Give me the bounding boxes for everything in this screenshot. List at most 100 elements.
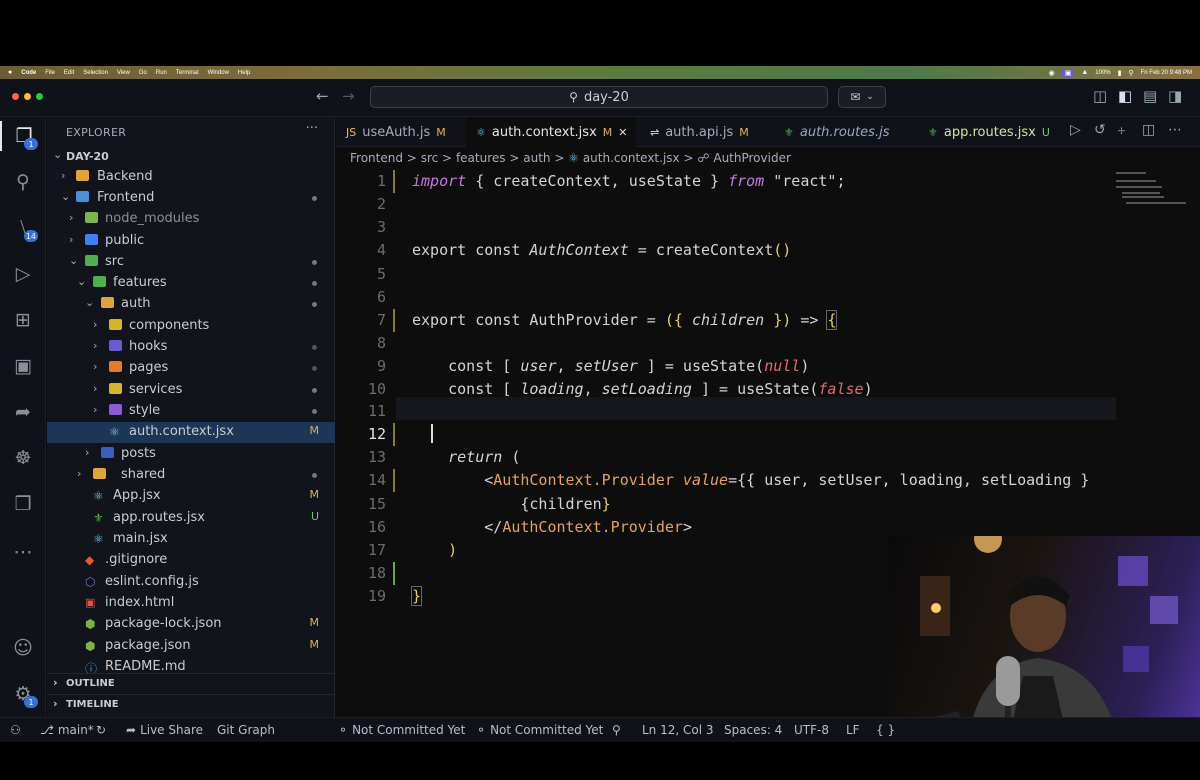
- menu-window[interactable]: Window: [208, 70, 229, 76]
- tree-item-index-html[interactable]: ▣ index.html: [47, 593, 335, 614]
- kubernetes-activity[interactable]: ☸: [0, 443, 46, 473]
- zoom-window-button[interactable]: [36, 93, 43, 100]
- remote-explorer-activity[interactable]: ▣: [0, 351, 46, 381]
- tab-auth-context[interactable]: ⚛ auth.context.jsx M ✕: [466, 117, 636, 147]
- more-actions-icon[interactable]: ···: [306, 121, 318, 136]
- tree-item-shared[interactable]: › shared: [47, 465, 335, 486]
- tree-item-components[interactable]: › components: [47, 316, 335, 337]
- tree-item-services[interactable]: › services: [47, 380, 335, 401]
- minimize-window-button[interactable]: [24, 93, 31, 100]
- compare-icon[interactable]: ⧾: [1118, 122, 1125, 138]
- toggle-secondary-sidebar-icon[interactable]: ◨: [1168, 87, 1182, 105]
- tree-item-app-routes[interactable]: ⚜ app.routes.jsx U: [47, 508, 335, 529]
- sync-button[interactable]: ↻: [96, 723, 106, 737]
- minimap[interactable]: [1116, 170, 1196, 210]
- battery-icon[interactable]: ▮: [1118, 69, 1122, 77]
- tree-item-backend[interactable]: › Backend: [47, 167, 335, 188]
- tree-item-gitignore[interactable]: ◆ .gitignore: [47, 550, 335, 571]
- blame-indicator-2[interactable]: ⚬ Not Committed Yet: [476, 723, 603, 737]
- language-mode[interactable]: { }: [876, 723, 895, 737]
- containers-activity[interactable]: ❒: [0, 489, 46, 519]
- breadcrumb-features[interactable]: features: [456, 151, 506, 165]
- wifi-icon[interactable]: ▲: [1081, 69, 1088, 76]
- menu-run[interactable]: Run: [156, 70, 167, 76]
- live-share-button[interactable]: ➦ Live Share: [126, 723, 203, 737]
- close-icon[interactable]: ✕: [618, 126, 627, 139]
- split-editor-icon[interactable]: ◫: [1142, 122, 1155, 138]
- tree-item-src[interactable]: ⌄ src: [47, 252, 335, 273]
- close-window-button[interactable]: [12, 93, 19, 100]
- breadcrumb-auth[interactable]: auth: [523, 151, 550, 165]
- search-activity[interactable]: ⚲: [0, 167, 46, 197]
- menu-code[interactable]: Code: [21, 70, 36, 76]
- extensions-activity[interactable]: ⊞: [0, 305, 46, 335]
- menu-clock[interactable]: Fri Feb 20 9:48 PM: [1141, 70, 1192, 76]
- tree-item-readme[interactable]: ⓘ README.md: [47, 657, 335, 673]
- explorer-activity[interactable]: ❐ 1: [0, 121, 46, 151]
- breadcrumb-src[interactable]: src: [421, 151, 439, 165]
- run-icon[interactable]: ▷: [1070, 122, 1081, 138]
- menu-terminal[interactable]: Terminal: [176, 70, 199, 76]
- branch-indicator[interactable]: ⎇ main*: [40, 723, 94, 737]
- menu-help[interactable]: Help: [238, 70, 250, 76]
- menu-view[interactable]: View: [117, 70, 130, 76]
- blame-indicator-1[interactable]: ⚬ Not Committed Yet: [338, 723, 465, 737]
- breadcrumb-frontend[interactable]: Frontend: [350, 151, 403, 165]
- eol-indicator[interactable]: LF: [846, 723, 860, 737]
- tree-item-package-lock[interactable]: ⬢ package-lock.json M: [47, 614, 335, 635]
- manage-activity[interactable]: ⚙ 1: [0, 679, 46, 709]
- forward-arrow-icon[interactable]: →: [342, 87, 355, 105]
- breadcrumb-symbol[interactable]: AuthProvider: [713, 151, 791, 165]
- more-activity[interactable]: ⋯: [0, 537, 46, 567]
- workspace-root[interactable]: ⌄ DAY-20: [47, 146, 335, 167]
- tab-auth-routes[interactable]: ⚜ auth.routes.js: [774, 117, 914, 147]
- tab-use-auth[interactable]: JS useAuth.js M: [336, 117, 462, 147]
- customize-layout-icon[interactable]: ◫: [1093, 87, 1107, 105]
- timeline-section[interactable]: › TIMELINE: [47, 694, 335, 715]
- tree-item-app-jsx[interactable]: ⚛ App.jsx M: [47, 486, 335, 507]
- tree-item-frontend[interactable]: ⌄ Frontend: [47, 188, 335, 209]
- tree-item-features[interactable]: ⌄ features: [47, 273, 335, 294]
- run-debug-activity[interactable]: ▷: [0, 259, 46, 289]
- screen-share-icon[interactable]: ▣: [1061, 68, 1075, 77]
- tab-app-routes[interactable]: ⚜ app.routes.jsx U: [918, 117, 1058, 147]
- git-graph-button[interactable]: Git Graph: [217, 723, 275, 737]
- back-arrow-icon[interactable]: ←: [316, 87, 329, 105]
- tree-item-package-json[interactable]: ⬢ package.json M: [47, 636, 335, 657]
- command-center-search[interactable]: ⚲ day-20: [370, 86, 828, 108]
- more-actions-icon[interactable]: ⋯: [1168, 122, 1182, 138]
- tree-item-main-jsx[interactable]: ⚛ main.jsx: [47, 529, 335, 550]
- toggle-panel-icon[interactable]: ▤: [1143, 87, 1157, 105]
- outline-section[interactable]: › OUTLINE: [47, 673, 335, 694]
- indentation-indicator[interactable]: Spaces: 4: [724, 723, 782, 737]
- encoding-indicator[interactable]: UTF-8: [794, 723, 829, 737]
- menu-go[interactable]: Go: [139, 70, 147, 76]
- record-icon[interactable]: ◉: [1049, 69, 1055, 77]
- history-icon[interactable]: ↺: [1094, 122, 1106, 138]
- tree-item-public[interactable]: › public: [47, 231, 335, 252]
- tree-item-pages[interactable]: › pages: [47, 358, 335, 379]
- accounts-activity[interactable]: ☺: [0, 633, 46, 663]
- tree-item-style[interactable]: › style: [47, 401, 335, 422]
- copilot-button[interactable]: ✉ ⌄: [838, 86, 886, 108]
- tree-item-auth[interactable]: ⌄ auth: [47, 294, 335, 315]
- menu-file[interactable]: File: [45, 70, 55, 76]
- menu-selection[interactable]: Selection: [83, 70, 108, 76]
- breadcrumb-file[interactable]: auth.context.jsx: [583, 151, 680, 165]
- toggle-sidebar-icon[interactable]: ◧: [1118, 87, 1132, 105]
- tab-auth-api[interactable]: ⇌ auth.api.js M: [640, 117, 768, 147]
- tree-item-posts[interactable]: › posts: [47, 444, 335, 465]
- zoom-button[interactable]: ⚲: [612, 723, 621, 737]
- remote-indicator[interactable]: ⚇: [10, 723, 21, 737]
- tree-item-node-modules[interactable]: › node_modules: [47, 209, 335, 230]
- live-share-activity[interactable]: ➦: [0, 397, 46, 427]
- apple-icon[interactable]: ●: [8, 69, 12, 76]
- cursor-position[interactable]: Ln 12, Col 3: [642, 723, 714, 737]
- tree-item-eslint[interactable]: ⬡ eslint.config.js: [47, 572, 335, 593]
- source-control-activity[interactable]: ⧵ 14: [0, 213, 46, 243]
- tree-item-hooks[interactable]: › hooks: [47, 337, 335, 358]
- menu-edit[interactable]: Edit: [64, 70, 74, 76]
- tree-item-auth-context[interactable]: ⚛ auth.context.jsx M: [47, 422, 335, 443]
- live-share-icon: ➦: [15, 401, 31, 423]
- spotlight-icon[interactable]: ⚲: [1129, 69, 1134, 77]
